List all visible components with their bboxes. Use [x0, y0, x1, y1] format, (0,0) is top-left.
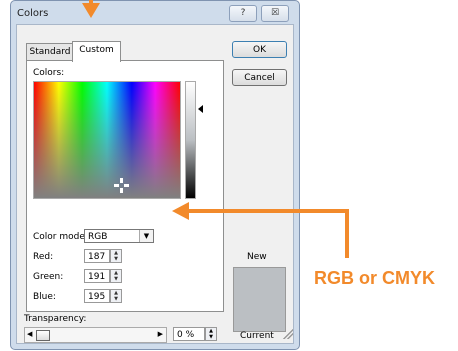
green-spinner[interactable]: ▲ ▼	[110, 269, 122, 283]
tab-custom[interactable]: Custom	[72, 41, 121, 62]
cancel-button[interactable]: Cancel	[232, 69, 287, 86]
annotation-callout: RGB or CMYK	[314, 268, 435, 288]
close-button[interactable]: ☒	[261, 5, 289, 22]
colors-label: Colors:	[33, 68, 65, 78]
help-button[interactable]: ?	[229, 5, 257, 22]
red-label: Red:	[33, 252, 54, 262]
ok-button[interactable]: OK	[232, 41, 287, 58]
color-preview-swatch	[233, 267, 286, 332]
blue-label: Blue:	[33, 292, 56, 302]
tab-standard[interactable]: Standard	[26, 43, 74, 61]
crosshair-icon	[114, 178, 129, 193]
dialog-title: Colors	[17, 8, 49, 19]
transparency-label: Transparency:	[24, 314, 87, 324]
callout-arrow-riser	[345, 209, 349, 258]
color-model-select[interactable]: RGB ▼	[84, 229, 154, 243]
blue-input[interactable]: 195	[84, 289, 110, 303]
colors-dialog: Colors ? ☒ Standard Custom Colors: Color…	[10, 0, 300, 350]
new-color-label: New	[247, 252, 267, 262]
color-model-value: RGB	[88, 232, 108, 242]
green-input[interactable]: 191	[84, 269, 110, 283]
red-spinner[interactable]: ▲ ▼	[110, 249, 122, 263]
transparency-input[interactable]: 0 %	[173, 327, 205, 341]
transparency-spinner[interactable]: ▲ ▼	[205, 327, 217, 341]
blue-spinner[interactable]: ▲ ▼	[110, 289, 122, 303]
slider-left-arrow-icon[interactable]: ◀	[27, 330, 32, 338]
green-label: Green:	[33, 272, 64, 282]
dropdown-arrow-icon[interactable]: ▼	[139, 230, 153, 242]
color-model-label: Color model:	[33, 232, 91, 242]
slider-thumb[interactable]	[36, 330, 50, 341]
custom-panel: Colors: Color model: RGB ▼ Red: 187 ▲ ▼ G…	[26, 60, 224, 312]
luminance-pointer-icon[interactable]	[198, 105, 203, 113]
current-color-label: Current	[240, 331, 274, 341]
red-input[interactable]: 187	[84, 249, 110, 263]
slider-right-arrow-icon[interactable]: ▶	[158, 330, 163, 338]
resize-grip-icon[interactable]	[283, 329, 293, 339]
color-spectrum[interactable]	[33, 81, 181, 199]
luminance-slider[interactable]	[185, 81, 196, 199]
transparency-slider[interactable]: ◀ ▶	[24, 327, 167, 343]
dialog-body: Standard Custom Colors: Color model: RGB…	[16, 24, 294, 344]
